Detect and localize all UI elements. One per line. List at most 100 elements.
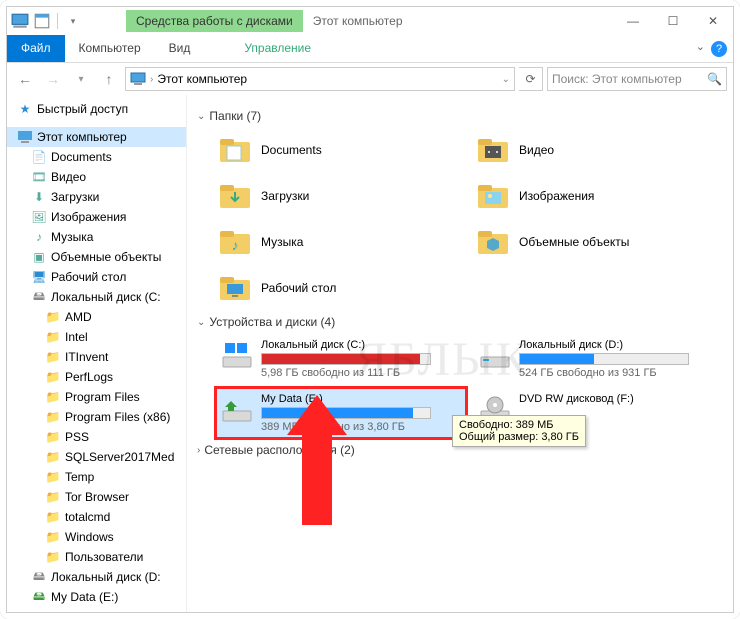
tree-folder[interactable]: 📁totalcmd (7, 507, 186, 527)
tree-folder[interactable]: 📁ITInvent (7, 347, 186, 367)
tree-mydata-e[interactable]: 🖴My Data (E:) (7, 587, 186, 607)
tree-folder[interactable]: 📁Intel (7, 327, 186, 347)
tree-quick-access[interactable]: ★Быстрый доступ (7, 99, 186, 119)
usage-bar (519, 353, 689, 365)
tree-folder[interactable]: 📁Program Files (7, 387, 186, 407)
tree-disk-d[interactable]: 🖴Локальный диск (D: (7, 567, 186, 587)
tree-music[interactable]: ♪Музыка (7, 227, 186, 247)
folder-icon (475, 178, 511, 214)
music-icon: ♪ (31, 229, 47, 245)
download-icon: ⬇ (31, 189, 47, 205)
window-title: Этот компьютер (313, 14, 403, 28)
maximize-button[interactable]: ☐ (653, 7, 693, 35)
drive-name: Локальный диск (C:) (261, 339, 461, 351)
folder-icon (475, 132, 511, 168)
tree-video[interactable]: 🎞Видео (7, 167, 186, 187)
folder-documents[interactable]: Documents (217, 129, 465, 171)
chevron-down-icon: ⌄ (197, 317, 205, 328)
tree-documents[interactable]: 📄Documents (7, 147, 186, 167)
title-bar: ▾ Средства работы с дисками Этот компьют… (7, 7, 733, 35)
folder-downloads[interactable]: Загрузки (217, 175, 465, 217)
refresh-button[interactable]: ⟳ (519, 67, 543, 91)
app-icon (11, 12, 29, 30)
folder-icon: 📁 (45, 489, 61, 505)
desktop-icon: 🖥 (31, 269, 47, 285)
tree-folder[interactable]: 📁Windows (7, 527, 186, 547)
nav-up-button[interactable]: ↑ (97, 67, 121, 91)
tree-folder[interactable]: 📁Tor Browser (7, 487, 186, 507)
drive-d[interactable]: Локальный диск (D:) 524 ГБ свободно из 9… (475, 335, 723, 383)
folder-icon: 📁 (45, 509, 61, 525)
crumb-chevron-icon: › (150, 74, 153, 85)
usage-fill (262, 354, 420, 364)
folder-icon: 📁 (45, 429, 61, 445)
folder-icon: 📁 (45, 309, 61, 325)
pc-icon (17, 129, 33, 145)
star-icon: ★ (17, 101, 33, 117)
folder-icon: 📁 (45, 549, 61, 565)
folder-icon: 📁 (45, 529, 61, 545)
tree-folder[interactable]: 📁AMD (7, 307, 186, 327)
content-pane: ⌄Папки (7) Documents Видео Загрузки Изоб… (187, 95, 733, 612)
tree-disk-c[interactable]: 🖴Локальный диск (C: (7, 287, 186, 307)
tab-computer[interactable]: Компьютер (65, 35, 155, 62)
drive-icon (479, 339, 511, 371)
folder-icon: ♪ (217, 224, 253, 260)
search-input[interactable]: Поиск: Этот компьютер 🔍 (547, 67, 727, 91)
help-icon[interactable]: ? (711, 41, 727, 57)
ribbon-expand-icon[interactable]: ⌄ (696, 40, 705, 53)
qat-properties-icon[interactable] (33, 12, 51, 30)
tree-folder[interactable]: 📁PerfLogs (7, 367, 186, 387)
tree-folder[interactable]: 📁ati (7, 607, 186, 612)
usage-fill (520, 354, 594, 364)
tree-objects3d[interactable]: ▣Объемные объекты (7, 247, 186, 267)
tree-folder[interactable]: 📁Program Files (x86) (7, 407, 186, 427)
folder-icon: 📁 (45, 609, 61, 612)
chevron-down-icon: ⌄ (197, 111, 205, 122)
tree-pictures[interactable]: 🖼Изображения (7, 207, 186, 227)
tab-file[interactable]: Файл (7, 35, 65, 62)
folder-icon (475, 224, 511, 260)
tree-desktop[interactable]: 🖥Рабочий стол (7, 267, 186, 287)
document-icon: 📄 (31, 149, 47, 165)
minimize-button[interactable]: — (613, 7, 653, 35)
folder-icon: 📁 (45, 469, 61, 485)
folder-pictures[interactable]: Изображения (475, 175, 723, 217)
tree-downloads[interactable]: ⬇Загрузки (7, 187, 186, 207)
drive-icon: 🖴 (31, 289, 47, 305)
drive-tooltip: Свободно: 389 МБ Общий размер: 3,80 ГБ (452, 415, 586, 447)
folder-video[interactable]: Видео (475, 129, 723, 171)
nav-back-button[interactable]: ← (13, 67, 37, 91)
drive-c[interactable]: Локальный диск (C:) 5,98 ГБ свободно из … (217, 335, 465, 383)
folder-icon (217, 132, 253, 168)
tab-manage[interactable]: Управление (230, 35, 325, 62)
nav-forward-button[interactable]: → (41, 67, 65, 91)
qat-dropdown-icon[interactable]: ▾ (64, 12, 82, 30)
tree-this-pc[interactable]: Этот компьютер (7, 127, 186, 147)
folder-icon (217, 178, 253, 214)
address-bar: ← → ▾ ↑ › Этот компьютер ⌄ ⟳ Поиск: Этот… (7, 63, 733, 95)
group-drives[interactable]: ⌄Устройства и диски (4) (197, 315, 723, 329)
folder-desktop[interactable]: Рабочий стол (217, 267, 465, 309)
nav-recent-icon[interactable]: ▾ (69, 67, 93, 91)
close-button[interactable]: ✕ (693, 7, 733, 35)
tree-folder[interactable]: 📁PSS (7, 427, 186, 447)
drive-info: 524 ГБ свободно из 931 ГБ (519, 367, 719, 379)
tab-view[interactable]: Вид (155, 35, 205, 62)
drive-os-icon (221, 339, 253, 371)
crumb-dropdown-icon[interactable]: ⌄ (502, 74, 510, 85)
tree-folder[interactable]: 📁SQLServer2017Med (7, 447, 186, 467)
group-folders[interactable]: ⌄Папки (7) (197, 109, 723, 123)
drive-info: 5,98 ГБ свободно из 111 ГБ (261, 367, 461, 379)
tree-folder[interactable]: 📁Temp (7, 467, 186, 487)
folder-icon: 📁 (45, 369, 61, 385)
video-icon: 🎞 (31, 169, 47, 185)
tree-folder[interactable]: 📁Пользователи (7, 547, 186, 567)
folder-music[interactable]: ♪Музыка (217, 221, 465, 263)
drive-name: DVD RW дисковод (F:) (519, 393, 719, 405)
navigation-tree[interactable]: ★Быстрый доступ Этот компьютер 📄Document… (7, 95, 187, 612)
folder-objects3d[interactable]: Объемные объекты (475, 221, 723, 263)
quick-access-toolbar: ▾ (7, 12, 86, 30)
folder-icon: 📁 (45, 329, 61, 345)
breadcrumb[interactable]: › Этот компьютер ⌄ (125, 67, 515, 91)
